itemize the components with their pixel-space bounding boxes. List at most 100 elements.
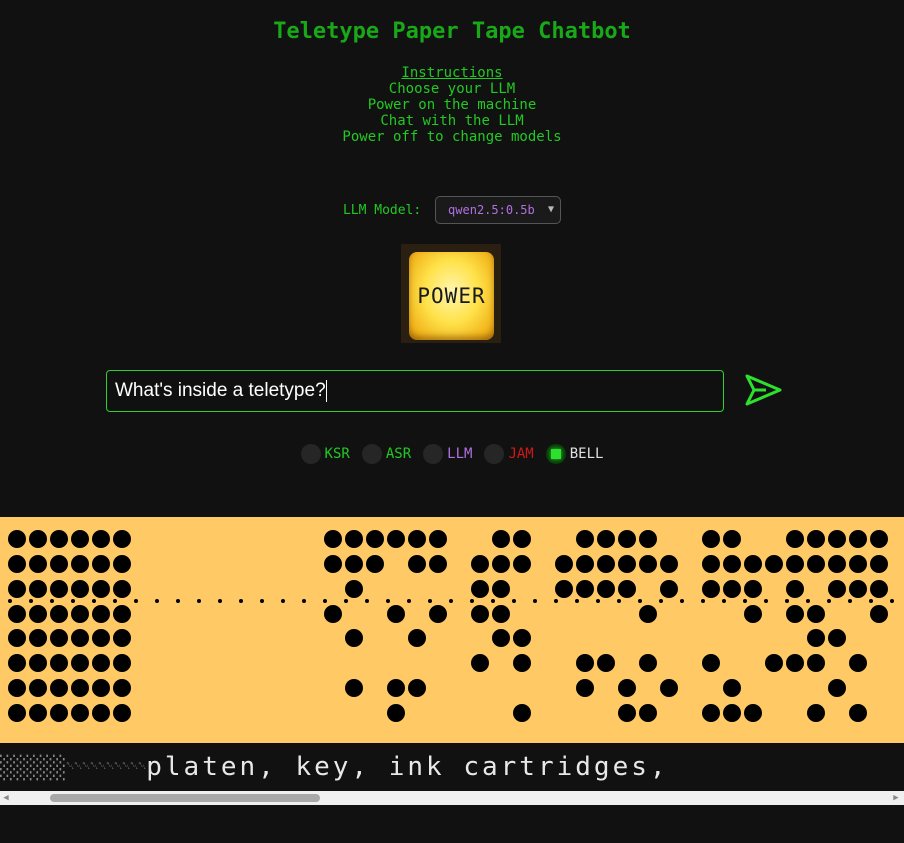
scrollbar-thumb[interactable] — [50, 794, 320, 802]
punch-hole — [113, 679, 131, 697]
punch-hole — [702, 704, 720, 722]
punch-hole — [50, 530, 68, 548]
punch-hole — [639, 605, 657, 623]
punch-hole — [29, 605, 47, 623]
punch-hole — [8, 580, 26, 598]
scroll-left-icon[interactable]: ◀ — [0, 791, 12, 805]
indicator-label: JAM — [508, 446, 534, 462]
punch-hole — [597, 555, 615, 573]
chat-input-value: What's inside a teletype? — [115, 380, 326, 401]
sprocket-hole — [554, 599, 558, 603]
punch-hole — [702, 555, 720, 573]
punch-hole — [513, 530, 531, 548]
punch-hole — [555, 555, 573, 573]
punch-hole — [50, 679, 68, 697]
punch-hole — [492, 530, 510, 548]
sprocket-hole — [617, 599, 621, 603]
punch-hole — [723, 530, 741, 548]
punch-hole — [345, 530, 363, 548]
punch-hole — [849, 530, 867, 548]
sprocket-hole — [491, 599, 495, 603]
punch-hole — [786, 605, 804, 623]
punch-hole — [113, 555, 131, 573]
horizontal-scrollbar[interactable]: ◀ ▶ — [0, 791, 904, 805]
sprocket-hole — [596, 599, 600, 603]
punch-hole — [786, 555, 804, 573]
punch-hole — [555, 580, 573, 598]
punch-hole — [786, 580, 804, 598]
punch-hole — [576, 679, 594, 697]
power-button[interactable]: POWER — [409, 252, 494, 340]
sprocket-hole — [176, 599, 180, 603]
sprocket-hole — [71, 599, 75, 603]
punch-hole — [387, 530, 405, 548]
indicator-llm: LLM — [423, 444, 472, 464]
instructions: Instructions Choose your LLM Power on th… — [0, 65, 904, 145]
punch-hole — [387, 679, 405, 697]
punch-hole — [408, 555, 426, 573]
punch-hole — [702, 654, 720, 672]
punch-hole — [828, 629, 846, 647]
indicator-bell: BELL — [545, 444, 603, 464]
punch-hole — [113, 530, 131, 548]
send-icon[interactable] — [744, 372, 784, 408]
punch-hole — [408, 530, 426, 548]
punch-hole — [92, 629, 110, 647]
led-icon — [423, 444, 444, 464]
model-select[interactable]: qwen2.5:0.5b ▼ — [435, 196, 562, 224]
punch-hole — [113, 605, 131, 623]
punch-hole — [597, 654, 615, 672]
punch-hole — [471, 605, 489, 623]
punch-hole — [345, 679, 363, 697]
punch-hole — [639, 704, 657, 722]
punch-hole — [50, 629, 68, 647]
sprocket-hole — [659, 599, 663, 603]
punch-hole — [807, 555, 825, 573]
punch-hole — [324, 555, 342, 573]
punch-hole — [113, 654, 131, 672]
punch-hole — [744, 605, 762, 623]
sprocket-hole — [869, 599, 873, 603]
indicator-label: KSR — [324, 446, 350, 462]
punch-hole — [597, 580, 615, 598]
punch-hole — [618, 580, 636, 598]
punch-hole — [639, 555, 657, 573]
paper-tape — [0, 517, 904, 743]
indicator-label: ASR — [385, 446, 412, 462]
punch-hole — [618, 679, 636, 697]
led-icon — [361, 444, 382, 464]
punch-hole — [387, 704, 405, 722]
punch-hole — [8, 605, 26, 623]
punch-hole — [324, 530, 342, 548]
punch-hole — [807, 654, 825, 672]
punch-hole — [471, 580, 489, 598]
nul-glyphs: ␀␀␀␀␀␀␀␀␀␀ — [66, 761, 147, 772]
punch-hole — [723, 580, 741, 598]
sprocket-hole — [302, 599, 306, 603]
punch-hole — [870, 605, 888, 623]
punch-hole — [618, 704, 636, 722]
sprocket-hole — [848, 599, 852, 603]
punch-hole — [29, 530, 47, 548]
punch-hole — [29, 679, 47, 697]
sprocket-hole — [827, 599, 831, 603]
scroll-right-icon[interactable]: ▶ — [890, 791, 902, 805]
punch-hole — [492, 605, 510, 623]
punch-hole — [71, 704, 89, 722]
punch-hole — [29, 629, 47, 647]
indicator-jam: JAM — [484, 444, 534, 464]
punch-hole — [113, 580, 131, 598]
punch-hole — [345, 555, 363, 573]
instruction-line: Choose your LLM — [388, 81, 516, 97]
punch-hole — [50, 580, 68, 598]
punch-hole — [92, 555, 110, 573]
punch-hole — [492, 555, 510, 573]
punch-hole — [471, 555, 489, 573]
paper-tape-holes — [8, 530, 894, 722]
sprocket-hole — [323, 599, 327, 603]
indicator-asr: ASR — [361, 444, 412, 464]
chat-input[interactable]: What's inside a teletype? — [106, 370, 724, 412]
punch-hole — [113, 629, 131, 647]
punch-hole — [50, 654, 68, 672]
punch-hole — [387, 605, 405, 623]
